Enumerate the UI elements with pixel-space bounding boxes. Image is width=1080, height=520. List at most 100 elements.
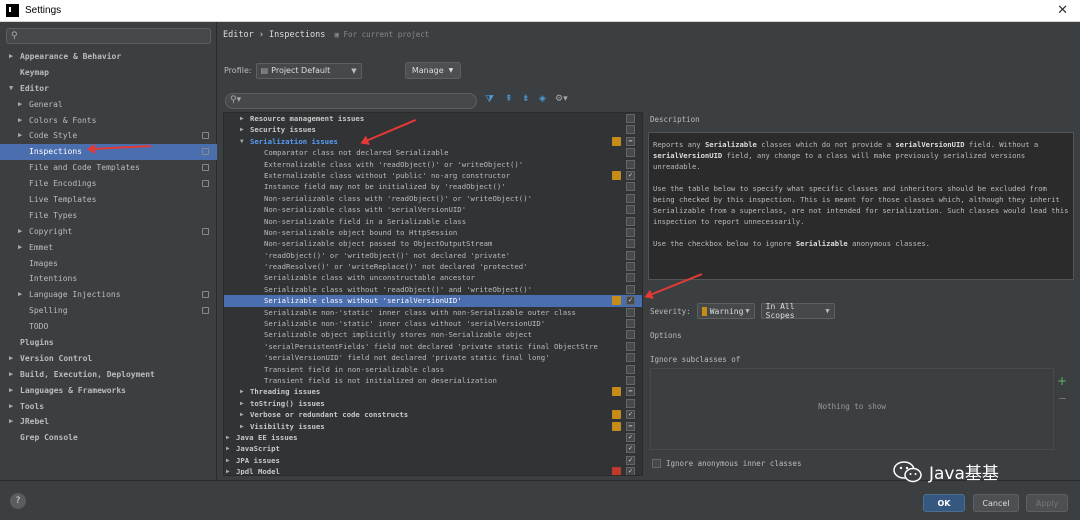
remove-icon[interactable]: − (1058, 392, 1067, 405)
enable-inspection-checkbox[interactable] (626, 182, 635, 192)
sidebar-item-version-control[interactable]: ▶ Version Control (0, 351, 217, 367)
sidebar-item-plugins[interactable]: Plugins (0, 335, 217, 351)
sidebar-item-tools[interactable]: ▶ Tools (0, 399, 217, 415)
sidebar-item-todo[interactable]: TODO (0, 319, 217, 335)
severity-select[interactable]: Warning ▼ (696, 303, 755, 319)
enable-inspection-checkbox[interactable] (626, 307, 635, 317)
chevron-right-icon[interactable]: ▶ (226, 455, 230, 466)
inspection-row[interactable]: 'serialPersistentFields' field not decla… (224, 341, 642, 352)
ignore-anonymous-row[interactable]: Ignore anonymous inner classes (652, 459, 801, 468)
chevron-right-icon[interactable]: ▶ (240, 409, 244, 420)
inspection-row[interactable]: Serializable class without 'serialVersio… (224, 295, 642, 307)
inspection-row[interactable]: Instance field may not be initialized by… (224, 181, 642, 192)
enable-inspection-checkbox[interactable] (626, 398, 635, 408)
enable-inspection-checkbox[interactable] (626, 148, 635, 158)
scope-select[interactable]: In All Scopes ▼ (760, 302, 835, 320)
close-window-icon[interactable]: ✕ (1057, 3, 1068, 18)
expand-all-icon[interactable]: ⇞ (505, 94, 513, 104)
inspection-group-row[interactable]: ▶ toString() issues (224, 398, 642, 409)
enable-inspection-checkbox[interactable] (626, 262, 635, 272)
enable-inspection-checkbox[interactable] (626, 273, 635, 283)
enable-inspection-checkbox[interactable] (626, 205, 635, 215)
enable-inspection-checkbox[interactable] (626, 159, 635, 169)
sidebar-item-intentions[interactable]: Intentions (0, 271, 217, 287)
sidebar-item-file-encodings[interactable]: File Encodings (0, 176, 217, 192)
chevron-right-icon[interactable]: ▶ (9, 367, 13, 383)
inspection-row[interactable]: 'serialVersionUID' field not declared 'p… (224, 352, 642, 363)
chevron-right-icon[interactable]: ▶ (18, 97, 22, 113)
ok-button[interactable]: OK (923, 494, 965, 512)
inspection-group-row[interactable]: ▶ Verbose or redundant code constructs ✓ (224, 409, 642, 420)
sidebar-item-build-execution-deployment[interactable]: ▶ Build, Execution, Deployment (0, 367, 217, 383)
sidebar-item-language-injections[interactable]: ▶ Language Injections (0, 287, 217, 303)
inspection-group-row[interactable]: ▼ Serialization issues − (224, 136, 642, 147)
chevron-right-icon[interactable]: ▶ (240, 124, 244, 135)
sidebar-item-code-style[interactable]: ▶ Code Style (0, 128, 217, 144)
sidebar-item-keymap[interactable]: Keymap (0, 65, 217, 81)
enable-inspection-checkbox[interactable]: ✓ (626, 410, 635, 420)
chevron-right-icon[interactable]: ▶ (9, 383, 13, 399)
inspection-group-row[interactable]: ▶ Security issues (224, 124, 642, 135)
chevron-right-icon[interactable]: ▶ (226, 466, 230, 475)
enable-inspection-checkbox[interactable] (626, 114, 635, 123)
sidebar-item-grep-console[interactable]: Grep Console (0, 430, 217, 446)
profile-select[interactable]: ▤ Project Default ▼ (255, 62, 362, 79)
gear-icon[interactable]: ⚙▾ (555, 94, 568, 104)
sidebar-item-general[interactable]: ▶ General (0, 97, 217, 113)
inspection-row[interactable]: Comparator class not declared Serializab… (224, 147, 642, 158)
reset-to-defaults-icon[interactable]: ◈ (539, 94, 546, 104)
chevron-right-icon[interactable]: ▶ (226, 443, 230, 454)
sidebar-item-images[interactable]: Images (0, 256, 217, 272)
chevron-right-icon[interactable]: ▶ (18, 224, 22, 240)
inspection-row[interactable]: Externalizable class without 'public' no… (224, 170, 642, 181)
sidebar-item-live-templates[interactable]: Live Templates (0, 192, 217, 208)
filter-icon[interactable]: ⧩ (485, 94, 494, 105)
inspection-group-row[interactable]: ▶ JavaScript ✓ (224, 443, 642, 454)
enable-inspection-checkbox[interactable]: ✓ (626, 432, 635, 442)
inspection-row[interactable]: Serializable class without 'readObject()… (224, 284, 642, 295)
enable-inspection-checkbox[interactable]: − (626, 421, 635, 431)
inspection-row[interactable]: Non-serializable object passed to Object… (224, 238, 642, 249)
enable-inspection-checkbox[interactable]: ✓ (626, 455, 635, 465)
ignore-subclasses-table[interactable]: Nothing to show (650, 368, 1054, 450)
inspection-row[interactable]: 'readObject()' or 'writeObject()' not de… (224, 250, 642, 261)
sidebar-item-file-and-code-templates[interactable]: File and Code Templates (0, 160, 217, 176)
sidebar-item-languages-frameworks[interactable]: ▶ Languages & Frameworks (0, 383, 217, 399)
inspection-group-row[interactable]: ▶ Jpdl Model ✓ (224, 466, 642, 475)
enable-inspection-checkbox[interactable] (626, 330, 635, 340)
inspection-group-row[interactable]: ▶ Threading issues − (224, 386, 642, 397)
sidebar-item-jrebel[interactable]: ▶ JRebel (0, 414, 217, 430)
chevron-right-icon[interactable]: ▶ (18, 240, 22, 256)
sidebar-item-appearance-behavior[interactable]: ▶ Appearance & Behavior (0, 49, 217, 65)
enable-inspection-checkbox[interactable]: ✓ (626, 170, 635, 180)
enable-inspection-checkbox[interactable]: ✓ (626, 467, 635, 475)
inspection-row[interactable]: Non-serializable class with 'serialVersi… (224, 204, 642, 215)
inspection-group-row[interactable]: ▶ Java EE issues ✓ (224, 432, 642, 443)
enable-inspection-checkbox[interactable] (626, 341, 635, 351)
inspection-group-row[interactable]: ▶ Visibility issues − (224, 421, 642, 432)
sidebar-item-copyright[interactable]: ▶ Copyright (0, 224, 217, 240)
inspection-group-row[interactable]: ▶ JPA issues ✓ (224, 455, 642, 466)
inspection-row[interactable]: Serializable non-'static' inner class wi… (224, 318, 642, 329)
inspection-row[interactable]: 'readResolve()' or 'writeReplace()' not … (224, 261, 642, 272)
inspection-row[interactable]: Serializable object implicitly stores no… (224, 329, 642, 340)
enable-inspection-checkbox[interactable] (626, 319, 635, 329)
ignore-anonymous-checkbox[interactable] (652, 459, 661, 468)
chevron-right-icon[interactable]: ▶ (18, 128, 22, 144)
chevron-right-icon[interactable]: ▶ (240, 386, 244, 397)
chevron-right-icon[interactable]: ▶ (18, 287, 22, 303)
inspection-row[interactable]: Transient field is not initialized on de… (224, 375, 642, 386)
cancel-button[interactable]: Cancel (973, 494, 1019, 512)
enable-inspection-checkbox[interactable] (626, 227, 635, 237)
chevron-right-icon[interactable]: ▶ (9, 414, 13, 430)
inspection-row[interactable]: Non-serializable class with 'readObject(… (224, 193, 642, 204)
enable-inspection-checkbox[interactable]: − (626, 136, 635, 146)
add-icon[interactable]: + (1057, 374, 1067, 388)
settings-search-input[interactable]: ⚲ (6, 28, 211, 44)
enable-inspection-checkbox[interactable] (626, 364, 635, 374)
inspection-row[interactable]: Non-serializable object bound to HttpSes… (224, 227, 642, 238)
sidebar-item-emmet[interactable]: ▶ Emmet (0, 240, 217, 256)
enable-inspection-checkbox[interactable] (626, 284, 635, 294)
inspection-row[interactable]: Externalizable class with 'readObject()'… (224, 159, 642, 170)
chevron-right-icon[interactable]: ▶ (9, 49, 13, 65)
